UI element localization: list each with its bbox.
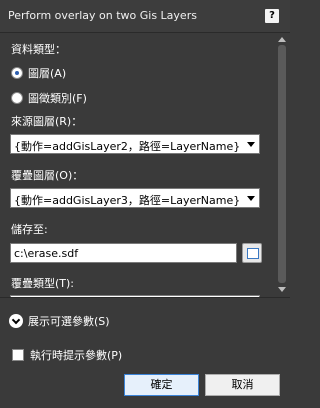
- prompt-checkbox-row[interactable]: 執行時提示參數(P): [12, 347, 122, 363]
- overlay-type-label: 覆疊類型(T):: [11, 277, 75, 290]
- data-type-label: 資料類型：: [11, 43, 66, 56]
- browse-button[interactable]: [242, 243, 262, 263]
- save-to-input[interactable]: c:\erase.sdf: [10, 243, 237, 263]
- source-layer-value: {動作=addGisLayer2，路徑=LayerName}: [14, 140, 241, 153]
- help-button[interactable]: ?: [265, 9, 279, 23]
- chevron-down-circle-icon[interactable]: [9, 314, 23, 328]
- scroll-up-icon[interactable]: [278, 37, 286, 42]
- cancel-button[interactable]: 取消: [205, 374, 280, 396]
- ok-button[interactable]: 確定: [124, 374, 199, 396]
- show-optional-toggle[interactable]: 展示可選參數(S): [9, 313, 110, 331]
- radio-feature-class-label: 圖徵類別(F): [28, 92, 87, 105]
- vertical-scrollbar[interactable]: [275, 33, 290, 297]
- divider: [0, 297, 290, 298]
- scroll-down-icon[interactable]: [278, 287, 286, 292]
- radio-layer-label: 圖層(A): [28, 67, 67, 80]
- show-optional-label: 展示可選參數(S): [28, 315, 110, 328]
- overlay-layer-value: {動作=addGisLayer3，路徑=LayerName}: [14, 194, 241, 207]
- folder-icon: [247, 248, 259, 259]
- overlay-layer-label: 覆疊圖層(O)：: [11, 169, 84, 182]
- radio-feature-class[interactable]: 圖徵類別(F): [11, 90, 87, 105]
- prompt-checkbox[interactable]: [12, 349, 24, 361]
- parameters-panel: 資料類型： 圖層(A) 圖徵類別(F) 來源圖層(R)： {動作=addGisL…: [0, 33, 290, 297]
- radio-layer-control[interactable]: [11, 67, 23, 79]
- window-title: Perform overlay on two Gis Layers: [8, 9, 197, 22]
- scroll-thumb[interactable]: [278, 45, 286, 283]
- radio-layer[interactable]: 圖層(A): [11, 65, 67, 80]
- chevron-down-icon[interactable]: [247, 196, 255, 201]
- save-to-label: 儲存至:: [11, 223, 48, 236]
- radio-feature-class-control[interactable]: [11, 92, 23, 104]
- chevron-down-icon[interactable]: [247, 142, 255, 147]
- source-layer-label: 來源圖層(R)：: [11, 115, 83, 128]
- overlay-layer-combo[interactable]: {動作=addGisLayer3，路徑=LayerName}: [10, 188, 260, 208]
- source-layer-combo[interactable]: {動作=addGisLayer2，路徑=LayerName}: [10, 134, 260, 154]
- prompt-checkbox-label: 執行時提示參數(P): [30, 349, 123, 362]
- save-to-value: c:\erase.sdf: [14, 247, 79, 260]
- title-bar: Perform overlay on two Gis Layers ?: [0, 0, 290, 33]
